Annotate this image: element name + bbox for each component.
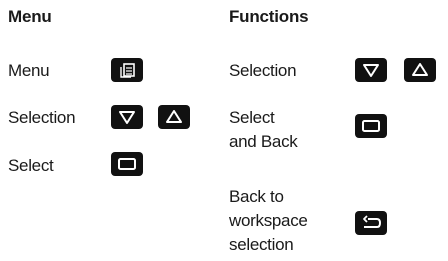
selection-down-key bbox=[111, 105, 143, 129]
function-selection-label: Selection bbox=[229, 61, 297, 80]
select-rectangle-icon bbox=[118, 158, 136, 170]
select-row-label: Select bbox=[8, 156, 54, 175]
function-selection-down-key bbox=[355, 58, 387, 82]
triangle-down-icon bbox=[119, 111, 135, 124]
triangle-down-icon bbox=[363, 64, 379, 77]
back-return-icon bbox=[363, 215, 382, 228]
selection-row-label: Selection bbox=[8, 108, 76, 127]
function-back-to-workspace-label: Back to workspace selection bbox=[229, 187, 308, 254]
triangle-up-icon bbox=[412, 63, 428, 76]
select-key bbox=[111, 152, 143, 176]
function-selection-up-key bbox=[404, 58, 436, 82]
menu-key bbox=[111, 58, 143, 82]
menu-column-heading: Menu bbox=[8, 7, 52, 26]
menu-row-label: Menu bbox=[8, 61, 50, 80]
function-select-and-back-label: Select and Back bbox=[229, 108, 298, 151]
functions-column-heading: Functions bbox=[229, 7, 309, 26]
selection-up-key bbox=[158, 105, 190, 129]
function-select-and-back-key bbox=[355, 114, 387, 138]
function-back-key bbox=[355, 211, 387, 235]
menu-icon bbox=[120, 63, 135, 78]
triangle-up-icon bbox=[166, 110, 182, 123]
select-rectangle-icon bbox=[362, 120, 380, 132]
